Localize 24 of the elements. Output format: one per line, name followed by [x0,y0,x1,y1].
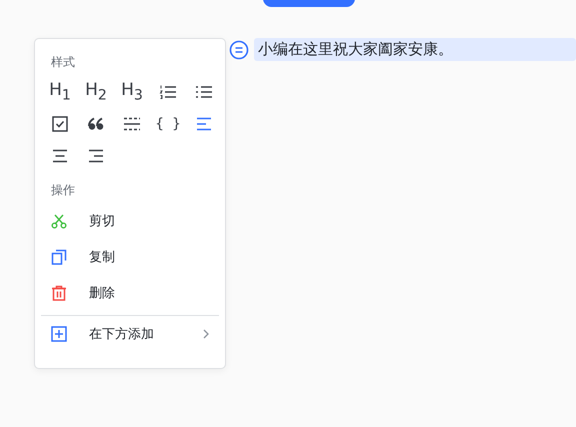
copy-icon [51,249,67,265]
add-below-menu-item[interactable]: 在下方添加 [41,316,219,352]
heading-button[interactable]: H$_{3}$ [117,77,147,107]
divider-icon [123,117,141,131]
section-title: 操作 [50,182,75,199]
trash-icon [51,285,67,301]
paragraph-text: 小编在这里祝大家阖家安康。 [254,38,576,61]
align-center-icon [52,149,68,163]
checkbox-icon [52,116,68,132]
heading-button[interactable]: H$_{1}$ [45,77,75,107]
add-box-icon [51,326,67,342]
align-right-icon [88,149,104,163]
scissors-icon [51,213,67,229]
code-button[interactable]: { } [153,109,183,139]
copy-menu-item[interactable]: 复制 [41,239,219,275]
section-title: 样式 [50,54,75,71]
ordered-list-icon [159,84,177,100]
quote-icon [88,117,104,131]
heading-button[interactable]: H$_{2}$ [81,77,111,107]
cut-menu-item[interactable]: 剪切 [41,203,219,239]
align-left-icon [196,117,212,131]
align-handle-icon[interactable] [229,40,249,60]
bullet-list-icon [195,84,213,100]
delete-menu-item[interactable]: 删除 [41,275,219,311]
